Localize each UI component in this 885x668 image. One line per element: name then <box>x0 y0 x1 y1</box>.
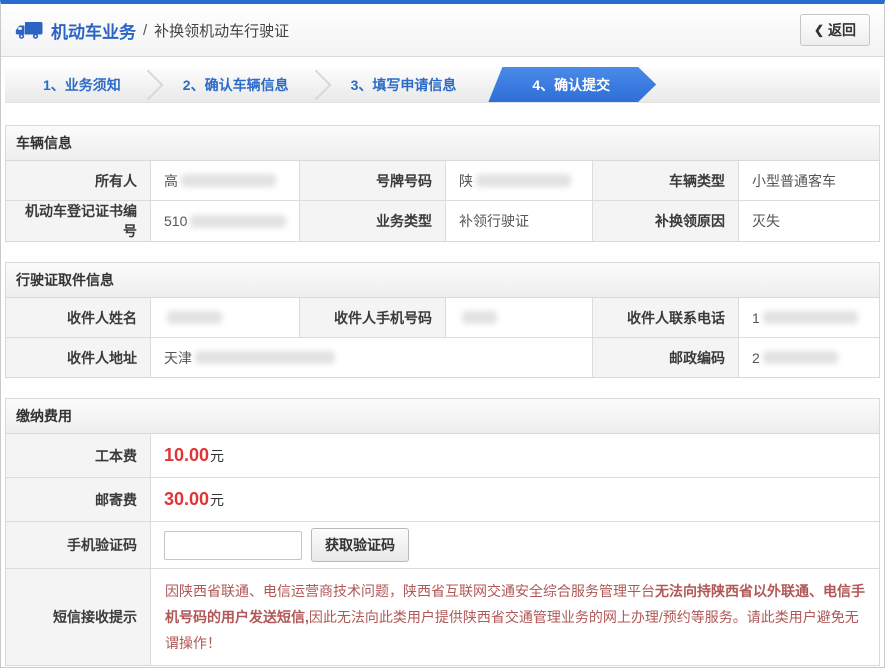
recipient-name-label: 收件人姓名 <box>6 298 150 337</box>
table-row: 邮寄费 30.00 元 <box>6 477 879 521</box>
recipient-phone-value: 1 <box>738 298 879 337</box>
sms-notice-label: 短信接收提示 <box>6 569 150 665</box>
sms-code-label: 手机验证码 <box>6 522 150 568</box>
recipient-address-label: 收件人地址 <box>6 338 150 377</box>
owner-value: 高 <box>150 161 299 200</box>
business-type-value: 补领行驶证 <box>445 201 592 241</box>
sms-notice-text: 因陕西省联通、电信运营商技术问题，陕西省互联网交通安全综合服务管理平台无法向持陕… <box>165 583 865 651</box>
back-button[interactable]: ❮ 返回 <box>799 14 870 46</box>
vehicle-type-label: 车辆类型 <box>592 161 738 200</box>
table-row: 手机验证码 获取验证码 <box>6 521 879 568</box>
business-type-label: 业务类型 <box>299 201 445 241</box>
table-row: 工本费 10.00 元 <box>6 434 879 477</box>
pickup-info-title: 行驶证取件信息 <box>6 263 879 298</box>
vehicle-info-title: 车辆信息 <box>6 126 879 161</box>
redacted-value <box>476 174 571 187</box>
redacted-value <box>190 214 286 228</box>
pickup-info-panel: 行驶证取件信息 收件人姓名 收件人手机号码 收件人联系电话 1 收件人地址 天津 <box>5 262 880 378</box>
production-fee-amount: 10.00 <box>164 445 210 465</box>
step-1-label: 1、业务须知 <box>43 76 121 93</box>
recipient-mobile-label: 收件人手机号码 <box>299 298 445 337</box>
postcode-label: 邮政编码 <box>592 338 738 377</box>
recipient-name-value <box>150 298 299 337</box>
redacted-value <box>762 311 858 324</box>
production-fee-value: 10.00 元 <box>150 434 879 477</box>
page: 机动车业务 / 补换领机动车行驶证 ❮ 返回 1、业务须知 2、确认车辆信息 3… <box>0 0 885 668</box>
vehicle-info-panel: 车辆信息 所有人 高 号牌号码 陕 车辆类型 小型普通客车 机动车登记证书编号 … <box>5 125 880 242</box>
sms-code-input[interactable] <box>164 530 302 560</box>
table-row: 收件人地址 天津 邮政编码 2 <box>6 337 879 377</box>
recipient-address-value: 天津 <box>150 338 592 377</box>
recipient-phone-label: 收件人联系电话 <box>592 298 738 337</box>
redacted-value <box>762 351 838 364</box>
production-fee-unit: 元 <box>210 447 225 464</box>
redacted-value <box>167 311 222 324</box>
page-title: 机动车业务 <box>51 22 136 42</box>
replacement-reason-label: 补换领原因 <box>592 201 738 241</box>
registration-cert-no-value: 510 <box>150 201 299 241</box>
postage-fee-amount: 30.00 <box>164 489 210 509</box>
step-nav: 1、业务须知 2、确认车辆信息 3、填写申请信息 4、确认提交 <box>5 67 880 103</box>
table-row: 所有人 高 号牌号码 陕 车辆类型 小型普通客车 <box>6 161 879 200</box>
main-content: 车辆信息 所有人 高 号牌号码 陕 车辆类型 小型普通客车 机动车登记证书编号 … <box>1 103 884 667</box>
truck-icon <box>15 22 43 39</box>
step-4-confirm-submit-active: 4、确认提交 <box>488 67 656 102</box>
get-sms-code-button[interactable]: 获取验证码 <box>311 528 409 562</box>
back-button-label: 返回 <box>828 22 856 38</box>
table-row: 机动车登记证书编号 510 业务类型 补领行驶证 补换领原因 灭失 <box>6 200 879 241</box>
step-3-fill-application: 3、填写申请信息 <box>313 67 495 102</box>
table-row: 短信接收提示 因陕西省联通、电信运营商技术问题，陕西省互联网交通安全综合服务管理… <box>6 568 879 665</box>
redacted-value <box>181 174 276 187</box>
step-4-label: 4、确认提交 <box>532 76 611 93</box>
owner-label: 所有人 <box>6 161 150 200</box>
postage-fee-value: 30.00 元 <box>150 478 879 521</box>
fees-title: 缴纳费用 <box>6 399 879 434</box>
redacted-value <box>462 311 497 324</box>
registration-cert-no-label: 机动车登记证书编号 <box>6 201 150 241</box>
table-row: 收件人姓名 收件人手机号码 收件人联系电话 1 <box>6 298 879 337</box>
plate-number-value: 陕 <box>445 161 592 200</box>
vehicle-type-value: 小型普通客车 <box>738 161 879 200</box>
redacted-value <box>195 351 335 364</box>
breadcrumb-separator: / <box>143 21 148 39</box>
postcode-value: 2 <box>738 338 879 377</box>
plate-number-label: 号牌号码 <box>299 161 445 200</box>
sms-code-cell: 获取验证码 <box>150 522 879 568</box>
breadcrumb-current: 补换领机动车行驶证 <box>154 22 290 40</box>
step-3-label: 3、填写申请信息 <box>350 76 457 93</box>
chevron-left-icon: ❮ <box>813 23 824 37</box>
step-2-label: 2、确认车辆信息 <box>182 76 289 93</box>
replacement-reason-value: 灭失 <box>738 201 879 241</box>
postage-fee-label: 邮寄费 <box>6 478 150 521</box>
fees-panel: 缴纳费用 工本费 10.00 元 邮寄费 30.00 元 手机验证码 获取验证码… <box>5 398 880 666</box>
production-fee-label: 工本费 <box>6 434 150 477</box>
page-header: 机动车业务 / 补换领机动车行驶证 ❮ 返回 <box>1 4 884 57</box>
recipient-mobile-value <box>445 298 592 337</box>
sms-notice-cell: 因陕西省联通、电信运营商技术问题，陕西省互联网交通安全综合服务管理平台无法向持陕… <box>150 569 879 665</box>
postage-fee-unit: 元 <box>210 491 225 508</box>
